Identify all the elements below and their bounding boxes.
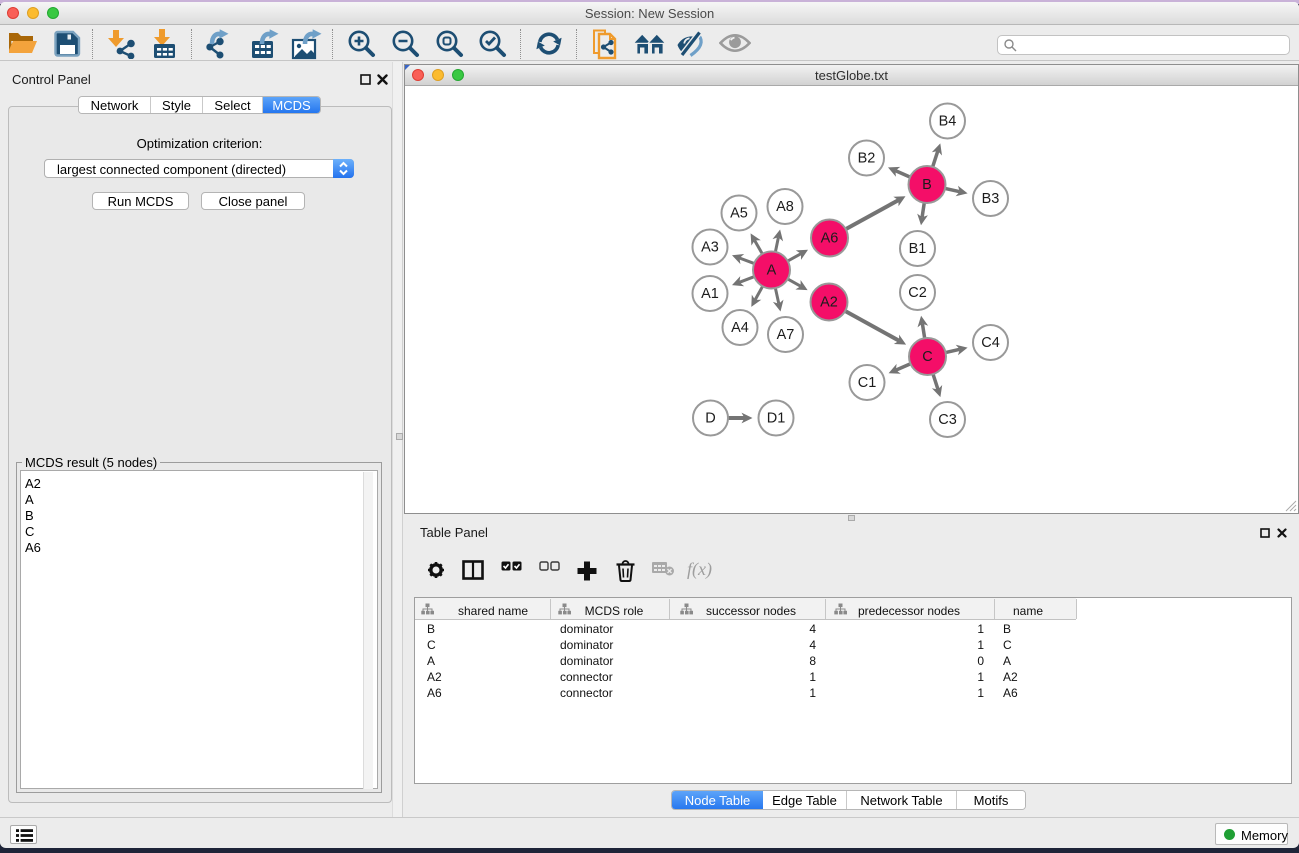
svg-text:A2: A2 [820,295,838,311]
svg-text:C3: C3 [938,412,957,428]
svg-text:B3: B3 [982,191,1000,207]
svg-text:B4: B4 [939,114,957,130]
svg-text:A8: A8 [776,199,794,215]
svg-text:C: C [922,349,932,365]
svg-text:B: B [922,177,932,193]
svg-text:D1: D1 [767,411,786,427]
svg-text:A1: A1 [701,286,719,302]
svg-text:D: D [705,411,715,427]
svg-text:A: A [767,263,777,279]
svg-text:A5: A5 [730,206,748,222]
svg-text:C4: C4 [981,335,1000,351]
svg-text:A3: A3 [701,240,719,256]
svg-text:A4: A4 [731,320,749,336]
svg-text:B2: B2 [858,151,876,167]
svg-text:A7: A7 [777,327,795,343]
svg-text:A6: A6 [821,231,839,247]
svg-text:B1: B1 [909,241,927,257]
svg-text:C1: C1 [858,375,877,391]
svg-text:C2: C2 [908,285,927,301]
